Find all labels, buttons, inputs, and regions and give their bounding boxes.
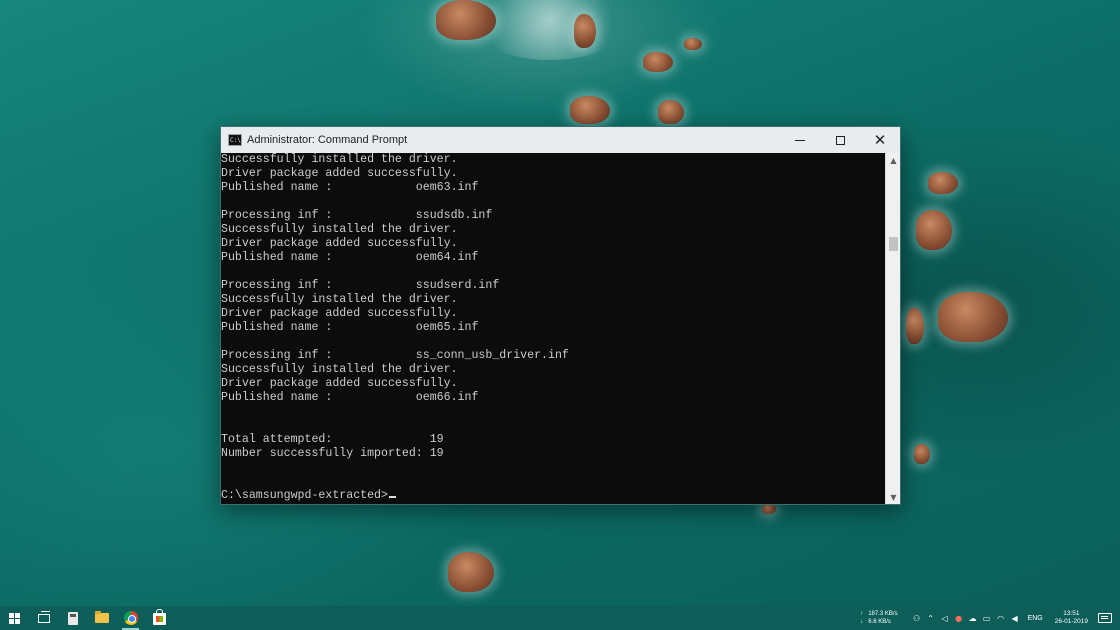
console-line: Successfully installed the driver.	[221, 293, 458, 306]
console-line: Published name : oem65.inf	[221, 321, 479, 334]
tray-app-icon[interactable]: ◁	[939, 606, 951, 630]
wallpaper-rock	[574, 14, 596, 48]
window-controls: ✕	[780, 127, 900, 153]
file-explorer-button[interactable]	[87, 606, 116, 630]
wallpaper-rock	[914, 444, 930, 464]
clock-date: 26-01-2019	[1054, 618, 1088, 625]
wifi-icon[interactable]: ◠	[995, 606, 1007, 630]
console-line: Driver package added successfully.	[221, 307, 458, 320]
close-button[interactable]: ✕	[860, 127, 900, 153]
store-button[interactable]	[145, 606, 174, 630]
console-line: Processing inf : ss_conn_usb_driver.inf	[221, 349, 569, 362]
chrome-icon	[123, 611, 138, 625]
download-speed: 6.6 KB/s	[868, 619, 891, 625]
console-line: Number successfully imported: 19	[221, 447, 444, 460]
task-view-button[interactable]	[29, 606, 58, 630]
people-icon[interactable]: ⚇	[911, 606, 923, 630]
system-tray: ↑ 187.3 KB/s ↓ 6.6 KB/s ⚇ ⌃ ◁ ● ☁ ▭ ◠ ◀ EN…	[860, 606, 1120, 630]
prompt-path: C:\samsungwpd-extracted>	[221, 489, 388, 502]
wallpaper-rock	[906, 308, 924, 344]
wallpaper-rock	[436, 0, 496, 40]
console-line: Successfully installed the driver.	[221, 223, 458, 236]
show-hidden-icons-chevron[interactable]: ⌃	[925, 606, 937, 630]
chevron-up-icon: ▲	[890, 155, 897, 165]
window-title: Administrator: Command Prompt	[247, 134, 408, 146]
wallpaper-rock	[928, 172, 958, 194]
wallpaper-rock	[658, 100, 684, 124]
vertical-scrollbar[interactable]: ▲ ▼	[885, 153, 900, 504]
console-output[interactable]: Successfully installed the driver. Drive…	[221, 153, 885, 504]
download-arrow-icon: ↓	[860, 619, 864, 625]
chevron-down-icon: ▼	[890, 492, 897, 502]
text-cursor	[388, 496, 396, 498]
wallpaper-rock	[448, 552, 494, 592]
wallpaper-rock	[684, 38, 702, 50]
minimize-icon	[795, 139, 805, 141]
action-center-icon[interactable]	[1098, 613, 1112, 623]
onedrive-icon[interactable]: ☁	[967, 606, 979, 630]
calculator-icon	[67, 611, 78, 625]
volume-icon[interactable]: ◀	[1009, 606, 1021, 630]
display-icon[interactable]: ▭	[981, 606, 993, 630]
clock[interactable]: 13:51 26-01-2019	[1055, 610, 1088, 626]
scroll-down-button[interactable]: ▼	[886, 490, 901, 504]
minimize-button[interactable]	[780, 127, 820, 153]
calculator-button[interactable]	[58, 606, 87, 630]
input-language[interactable]: ENG	[1028, 615, 1043, 622]
upload-arrow-icon: ↑	[860, 611, 864, 617]
wallpaper-rock	[762, 504, 776, 514]
console-line: Driver package added successfully.	[221, 237, 458, 250]
console-line: Published name : oem64.inf	[221, 251, 479, 264]
console-line: Successfully installed the driver.	[221, 153, 458, 166]
command-prompt-icon[interactable]: C:\	[228, 134, 242, 146]
antivirus-icon[interactable]: ●	[953, 606, 965, 630]
taskbar: ↑ 187.3 KB/s ↓ 6.6 KB/s ⚇ ⌃ ◁ ● ☁ ▭ ◠ ◀ EN…	[0, 606, 1120, 630]
console-line: Driver package added successfully.	[221, 377, 458, 390]
console-line: Total attempted: 19	[221, 433, 444, 446]
title-bar[interactable]: C:\ Administrator: Command Prompt ✕	[221, 127, 900, 153]
console-line: Processing inf : ssudsdb.inf	[221, 209, 493, 222]
file-explorer-icon	[94, 611, 109, 623]
start-button[interactable]	[0, 606, 29, 630]
windows-start-icon	[9, 612, 20, 624]
console-line: Published name : oem63.inf	[221, 181, 479, 194]
console-line: Successfully installed the driver.	[221, 363, 458, 376]
scrollbar-thumb[interactable]	[889, 237, 898, 251]
wallpaper-rock	[938, 292, 1008, 342]
wallpaper-rock	[570, 96, 610, 124]
clock-time: 13:51	[1063, 610, 1080, 617]
wallpaper-foam	[470, 0, 630, 60]
command-prompt-line[interactable]: C:\samsungwpd-extracted>	[221, 489, 885, 503]
maximize-icon	[835, 135, 845, 145]
store-icon	[153, 609, 166, 625]
task-view-icon	[37, 610, 50, 623]
wallpaper-rock	[643, 52, 673, 72]
wallpaper-rock	[916, 210, 952, 250]
command-prompt-window: C:\ Administrator: Command Prompt ✕ Succ…	[220, 126, 901, 505]
console-line: Driver package added successfully.	[221, 167, 458, 180]
close-icon: ✕	[873, 131, 887, 149]
chrome-button[interactable]	[116, 606, 145, 630]
upload-speed: 187.3 KB/s	[868, 611, 898, 617]
console-line: Published name : oem66.inf	[221, 391, 479, 404]
network-speed-meter[interactable]: ↑ 187.3 KB/s ↓ 6.6 KB/s	[860, 610, 897, 626]
maximize-button[interactable]	[820, 127, 860, 153]
scroll-up-button[interactable]: ▲	[886, 153, 901, 167]
console-line: Processing inf : ssudserd.inf	[221, 279, 500, 292]
